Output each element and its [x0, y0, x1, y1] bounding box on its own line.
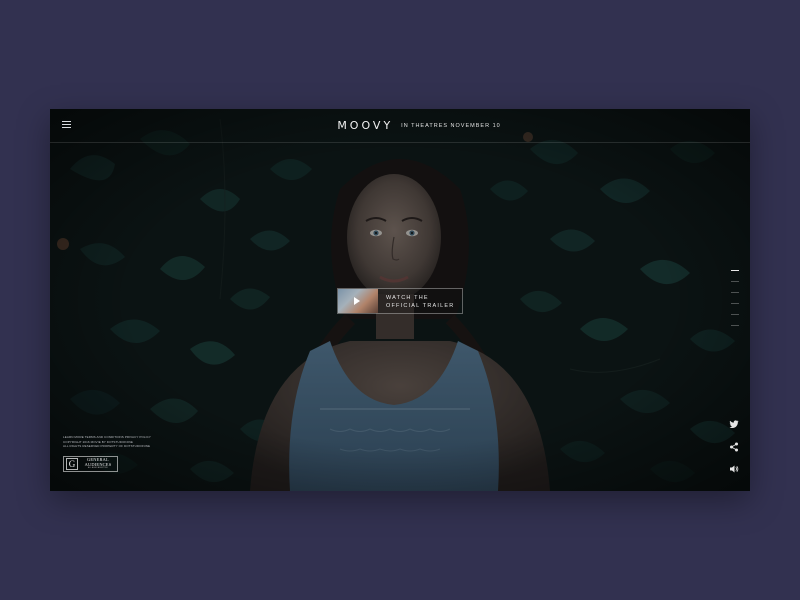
share-icon[interactable]: [729, 442, 739, 452]
rating-letter: G: [66, 458, 78, 470]
trailer-label-line1: WATCH THE: [386, 295, 429, 301]
trailer-label-line2: OFFICIAL TRAILER: [386, 303, 455, 309]
watch-trailer-button[interactable]: WATCH THE OFFICIAL TRAILER: [337, 288, 463, 314]
rating-badge: G GENERAL AUDIENCES ALL AGES ADMITTED: [63, 456, 118, 472]
pager-mark[interactable]: [731, 314, 739, 315]
legal-footer-text: LEARN MORE TERMS AND CONDITIONS PRIVACY …: [63, 435, 183, 449]
play-icon[interactable]: [354, 297, 360, 305]
section-pager: [731, 270, 739, 330]
legal-line-rights: ALL RIGHTS RESERVED PROPERTY OF DOTSTUDI…: [63, 444, 151, 448]
pager-mark[interactable]: [731, 303, 739, 304]
movie-logo[interactable]: MOOVY: [337, 119, 393, 132]
pager-mark[interactable]: [731, 270, 739, 271]
movie-landing-page: MOOVY IN THEATRES NOVEMBER 10 WATCH THE …: [50, 109, 750, 491]
brand-header: MOOVY IN THEATRES NOVEMBER 10: [50, 109, 750, 142]
speaker-icon[interactable]: [729, 464, 739, 474]
twitter-icon[interactable]: [729, 419, 739, 429]
rating-subtitle: ALL AGES ADMITTED: [87, 467, 109, 469]
release-date-label: IN THEATRES NOVEMBER 10: [401, 122, 501, 129]
trailer-label[interactable]: WATCH THE OFFICIAL TRAILER: [386, 294, 462, 310]
pager-mark[interactable]: [731, 292, 739, 293]
top-navigation-bar: MOOVY IN THEATRES NOVEMBER 10: [50, 109, 750, 143]
pager-mark[interactable]: [731, 325, 739, 326]
pager-mark[interactable]: [731, 281, 739, 282]
